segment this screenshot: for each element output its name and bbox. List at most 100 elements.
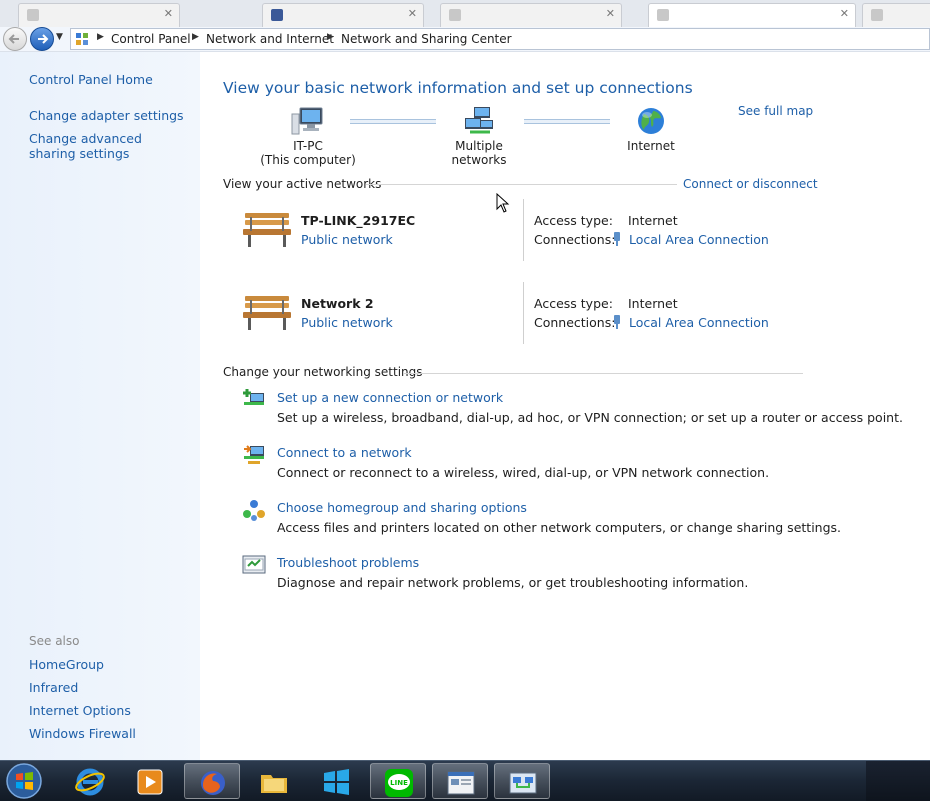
troubleshoot-problems-description: Diagnose and repair network problems, or…: [277, 575, 749, 590]
section-divider: [366, 184, 677, 185]
network-name: TP-LINK_2917EC: [301, 213, 416, 228]
mouse-cursor-icon: [496, 193, 510, 213]
homegroup-icon[interactable]: [242, 498, 266, 522]
tab-favicon-icon: [871, 9, 883, 21]
media-player-icon: [137, 769, 163, 795]
public-network-bench-icon[interactable]: [242, 209, 292, 249]
back-arrow-icon: [8, 34, 19, 44]
tab-favicon-icon: [449, 9, 461, 21]
address-bar: ▼ ▶ Control Panel ▶ Network and Internet…: [0, 27, 930, 52]
svg-text:LINE: LINE: [390, 779, 408, 787]
section-divider: [404, 373, 803, 374]
network-type-link[interactable]: Public network: [301, 315, 393, 330]
windows-store-icon: [324, 769, 349, 795]
connect-network-icon[interactable]: [242, 443, 266, 467]
vertical-divider: [523, 199, 524, 261]
internet-options-link[interactable]: Internet Options: [29, 703, 131, 718]
access-type-value: Internet: [628, 296, 678, 311]
tab-close-icon[interactable]: ✕: [408, 7, 417, 20]
control-panel-home-link[interactable]: Control Panel Home: [29, 72, 153, 87]
network-name: Network 2: [301, 296, 374, 311]
main-content: View your basic network information and …: [200, 52, 930, 760]
new-connection-icon[interactable]: [242, 388, 266, 412]
window-app-icon: [447, 771, 475, 795]
internet-globe-icon: [638, 108, 664, 134]
map-node-multiple-networks[interactable]: Multiple networks: [429, 106, 529, 167]
tab-close-icon[interactable]: ✕: [606, 7, 615, 20]
tab-favicon-icon: [27, 9, 39, 21]
setup-new-connection-link[interactable]: Set up a new connection or network: [277, 390, 503, 405]
breadcrumb-separator-icon[interactable]: ▶: [192, 32, 199, 42]
public-network-bench-icon[interactable]: [242, 292, 292, 332]
recent-pages-dropdown-icon[interactable]: ▼: [56, 32, 63, 42]
map-connector-line: [524, 119, 610, 124]
change-advanced-sharing-settings-link[interactable]: Change advanced sharing settings: [29, 131, 189, 161]
troubleshoot-icon[interactable]: [242, 553, 266, 577]
windows-firewall-link[interactable]: Windows Firewall: [29, 726, 136, 741]
browser-tab[interactable]: [862, 3, 930, 27]
taskbar-windows-store[interactable]: [308, 763, 364, 799]
ethernet-plug-icon: [614, 232, 620, 246]
file-explorer-icon: [261, 775, 287, 793]
internet-explorer-icon: [75, 768, 105, 796]
forward-button[interactable]: [30, 27, 54, 51]
taskbar-media-player[interactable]: [122, 763, 178, 799]
setup-new-connection-description: Set up a wireless, broadband, dial-up, a…: [277, 410, 903, 425]
this-computer-label: (This computer): [260, 153, 356, 167]
tab-close-icon[interactable]: ✕: [840, 7, 849, 20]
connect-to-network-link[interactable]: Connect to a network: [277, 445, 412, 460]
access-type-label: Access type:: [534, 213, 613, 228]
map-node-internet[interactable]: Internet: [601, 106, 701, 153]
taskbar-firefox[interactable]: [184, 763, 240, 799]
taskbar-line-app[interactable]: LINE: [370, 763, 426, 799]
connections-label: Connections:: [534, 232, 616, 247]
connections-label: Connections:: [534, 315, 616, 330]
tab-favicon-icon: [657, 9, 669, 21]
local-area-connection-link[interactable]: Local Area Connection: [629, 232, 769, 247]
breadcrumb-network-and-internet[interactable]: Network and Internet: [206, 32, 334, 46]
breadcrumb-separator-icon[interactable]: ▶: [97, 32, 104, 42]
browser-tab-strip: ✕ ✕ ✕ ✕: [0, 0, 930, 27]
network-type-link[interactable]: Public network: [301, 232, 393, 247]
local-area-connection-link[interactable]: Local Area Connection: [629, 315, 769, 330]
start-orb[interactable]: [2, 762, 46, 800]
connect-or-disconnect-link[interactable]: Connect or disconnect: [683, 177, 818, 191]
connect-to-network-description: Connect or reconnect to a wireless, wire…: [277, 465, 770, 480]
page-title: View your basic network information and …: [223, 79, 693, 97]
computer-icon: [291, 107, 323, 135]
active-networks-heading: View your active networks: [223, 177, 382, 191]
breadcrumb-control-panel[interactable]: Control Panel: [111, 32, 191, 46]
show-desktop-button[interactable]: [866, 761, 930, 801]
taskbar-internet-explorer[interactable]: [62, 763, 118, 799]
computer-name-label: IT-PC: [293, 139, 323, 153]
browser-tab-active[interactable]: ✕: [648, 3, 856, 27]
back-button[interactable]: [3, 27, 27, 51]
breadcrumb[interactable]: ▶ Control Panel ▶ Network and Internet ▶…: [70, 28, 930, 50]
see-full-map-link[interactable]: See full map: [738, 104, 813, 118]
taskbar-file-explorer[interactable]: [246, 763, 302, 799]
map-connector-line: [350, 119, 436, 124]
networking-settings-heading: Change your networking settings: [223, 365, 423, 379]
change-adapter-settings-link[interactable]: Change adapter settings: [29, 108, 184, 123]
homegroup-link[interactable]: HomeGroup: [29, 657, 104, 672]
infrared-link[interactable]: Infrared: [29, 680, 78, 695]
internet-label: Internet: [627, 139, 675, 153]
homegroup-sharing-options-description: Access files and printers located on oth…: [277, 520, 842, 535]
troubleshoot-problems-link[interactable]: Troubleshoot problems: [277, 555, 419, 570]
browser-tab[interactable]: ✕: [262, 3, 424, 27]
browser-tab[interactable]: ✕: [18, 3, 180, 27]
browser-tab[interactable]: ✕: [440, 3, 622, 27]
multiple-networks-icon: [465, 107, 493, 134]
access-type-value: Internet: [628, 213, 678, 228]
breadcrumb-separator-icon[interactable]: ▶: [327, 32, 334, 42]
tab-close-icon[interactable]: ✕: [164, 7, 173, 20]
map-node-this-computer[interactable]: IT-PC (This computer): [258, 106, 358, 167]
breadcrumb-network-and-sharing-center[interactable]: Network and Sharing Center: [341, 32, 512, 46]
vertical-divider: [523, 282, 524, 344]
taskbar-network-control-panel[interactable]: [494, 763, 550, 799]
forward-arrow-icon: [38, 34, 49, 44]
homegroup-sharing-options-link[interactable]: Choose homegroup and sharing options: [277, 500, 527, 515]
access-type-label: Access type:: [534, 296, 613, 311]
network-control-panel-icon: [509, 772, 537, 794]
taskbar-window-app[interactable]: [432, 763, 488, 799]
